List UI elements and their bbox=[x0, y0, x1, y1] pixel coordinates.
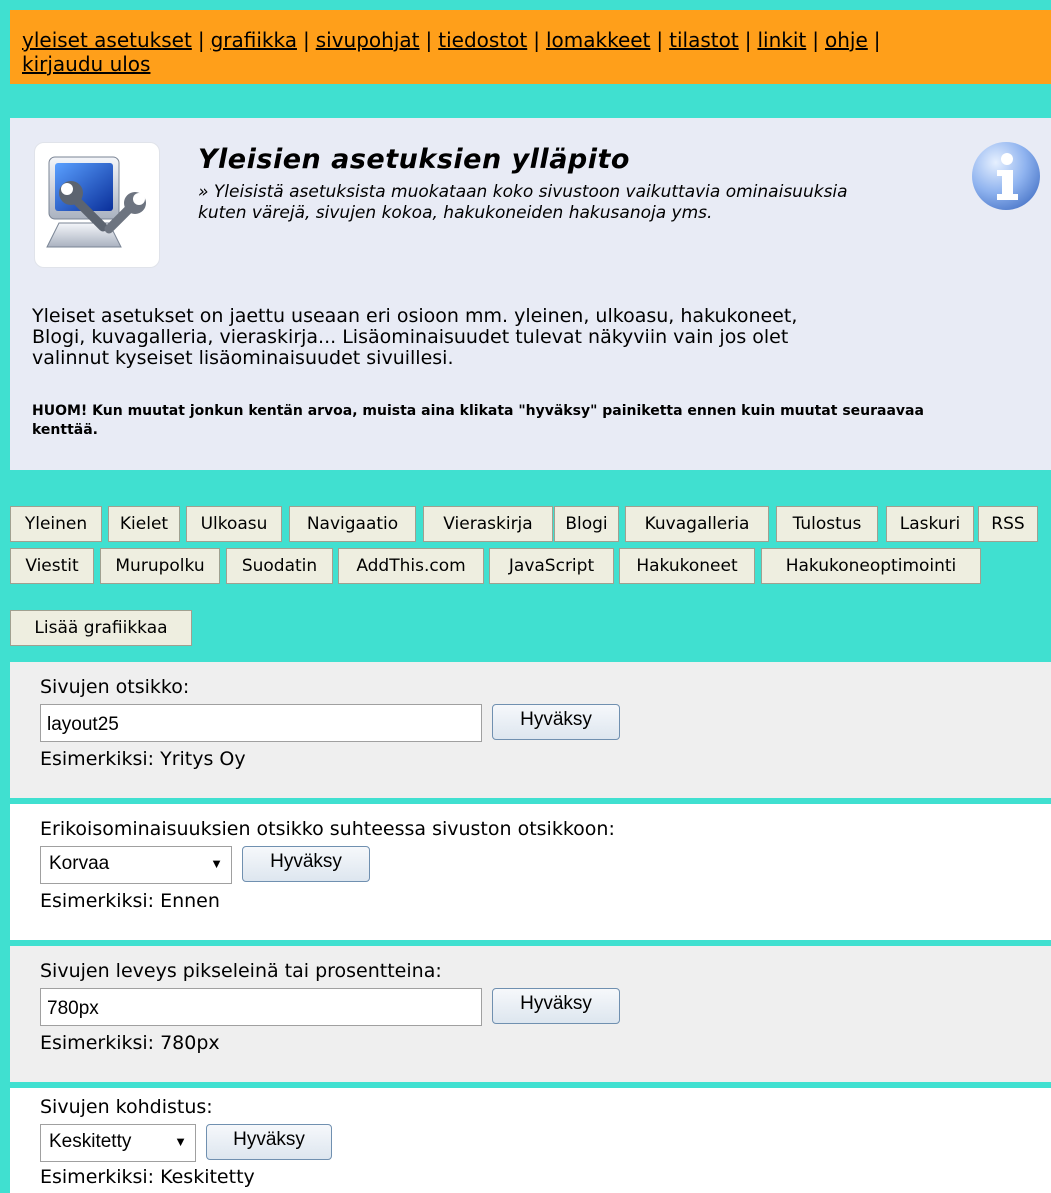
tab-rss[interactable]: RSS bbox=[978, 506, 1038, 542]
accept-button[interactable]: Hyväksy bbox=[242, 846, 370, 882]
top-navigation: yleiset asetukset | grafiikka | sivupohjat | t… bbox=[10, 10, 1051, 84]
tab-kielet[interactable]: Kielet bbox=[108, 506, 180, 542]
tab-lisaa-grafiikkaa[interactable]: Lisää grafiikkaa bbox=[10, 610, 192, 646]
tab-blogi[interactable]: Blogi bbox=[554, 506, 619, 542]
setting-label: Erikoisominaisuuksien otsikko suhteessa … bbox=[40, 818, 615, 840]
nav-link-general-settings[interactable]: yleiset asetukset bbox=[22, 28, 192, 52]
page-width-input[interactable] bbox=[40, 988, 482, 1026]
chevron-down-icon: ▼ bbox=[210, 856, 223, 871]
tab-vieraskirja[interactable]: Vieraskirja bbox=[423, 506, 553, 542]
nav-separator: | bbox=[533, 28, 540, 52]
tab-addthis[interactable]: AddThis.com bbox=[338, 548, 484, 584]
page-alignment-select[interactable]: Keskitetty ▼ bbox=[40, 1124, 196, 1162]
tab-tulostus[interactable]: Tulostus bbox=[776, 506, 878, 542]
page-frame: yleiset asetukset | grafiikka | sivupohjat | t… bbox=[10, 0, 1051, 1193]
nav-separator: | bbox=[812, 28, 819, 52]
setting-label: Sivujen leveys pikseleinä tai prosenttei… bbox=[40, 960, 442, 982]
tab-kuvagalleria[interactable]: Kuvagalleria bbox=[625, 506, 769, 542]
setting-feature-title: Erikoisominaisuuksien otsikko suhteessa … bbox=[10, 804, 1051, 940]
setting-label: Sivujen kohdistus: bbox=[40, 1096, 213, 1118]
setting-example: Esimerkiksi: 780px bbox=[40, 1032, 220, 1054]
nav-link-graphics[interactable]: grafiikka bbox=[211, 28, 297, 52]
nav-link-files[interactable]: tiedostot bbox=[438, 28, 527, 52]
tab-murupolku[interactable]: Murupolku bbox=[100, 548, 220, 584]
setting-page-alignment: Sivujen kohdistus: Keskitetty ▼ Hyväksy … bbox=[10, 1088, 1051, 1193]
nav-link-logout[interactable]: kirjaudu ulos bbox=[22, 52, 150, 76]
tab-suodatin[interactable]: Suodatin bbox=[226, 548, 333, 584]
nav-link-forms[interactable]: lomakkeet bbox=[546, 28, 650, 52]
nav-link-help[interactable]: ohje bbox=[825, 28, 868, 52]
info-icon bbox=[970, 140, 1042, 212]
tab-hakukoneoptimointi[interactable]: Hakukoneoptimointi bbox=[761, 548, 981, 584]
nav-separator: | bbox=[425, 28, 433, 52]
nav-separator: | bbox=[656, 28, 664, 52]
nav-separator: | bbox=[744, 28, 752, 52]
nav-separator: | bbox=[197, 28, 205, 52]
intro-warning-note: HUOM! Kun muutat jonkun kentän arvoa, mu… bbox=[32, 403, 924, 438]
nav-separator: | bbox=[302, 28, 310, 52]
setting-label: Sivujen otsikko: bbox=[40, 676, 190, 698]
setting-site-title: Sivujen otsikko: Hyväksy Esimerkiksi: Yr… bbox=[10, 662, 1051, 798]
tab-viestit[interactable]: Viestit bbox=[10, 548, 94, 584]
nav-link-links[interactable]: linkit bbox=[757, 28, 806, 52]
tab-hakukoneet[interactable]: Hakukoneet bbox=[619, 548, 755, 584]
accept-button[interactable]: Hyväksy bbox=[492, 704, 620, 740]
nav-link-statistics[interactable]: tilastot bbox=[669, 28, 739, 52]
intro-panel: Yleisien asetuksien ylläpito » Yleisistä… bbox=[10, 118, 1051, 470]
setting-example: Esimerkiksi: Keskitetty bbox=[40, 1166, 255, 1188]
tab-laskuri[interactable]: Laskuri bbox=[886, 506, 974, 542]
settings-computer-wrench-icon bbox=[34, 142, 160, 268]
intro-description: Yleiset asetukset on jaettu useaan eri o… bbox=[32, 305, 798, 369]
feature-title-select[interactable]: Korvaa ▼ bbox=[40, 846, 232, 884]
setting-example: Esimerkiksi: Ennen bbox=[40, 890, 220, 912]
nav-link-templates[interactable]: sivupohjat bbox=[316, 28, 420, 52]
nav-separator: | bbox=[873, 28, 881, 52]
site-title-input[interactable] bbox=[40, 704, 482, 742]
tab-ulkoasu[interactable]: Ulkoasu bbox=[186, 506, 282, 542]
page-subtitle: » Yleisistä asetuksista muokataan koko s… bbox=[198, 182, 848, 223]
select-value: Korvaa bbox=[49, 853, 110, 874]
tab-navigaatio[interactable]: Navigaatio bbox=[289, 506, 416, 542]
accept-button[interactable]: Hyväksy bbox=[492, 988, 620, 1024]
select-value: Keskitetty bbox=[49, 1131, 132, 1152]
tab-javascript[interactable]: JavaScript bbox=[489, 548, 614, 584]
tab-yleinen[interactable]: Yleinen bbox=[10, 506, 102, 542]
page-title: Yleisien asetuksien ylläpito bbox=[198, 144, 630, 175]
chevron-down-icon: ▼ bbox=[174, 1134, 187, 1149]
accept-button[interactable]: Hyväksy bbox=[206, 1124, 332, 1160]
setting-example: Esimerkiksi: Yritys Oy bbox=[40, 748, 246, 770]
setting-page-width: Sivujen leveys pikseleinä tai prosenttei… bbox=[10, 946, 1051, 1082]
